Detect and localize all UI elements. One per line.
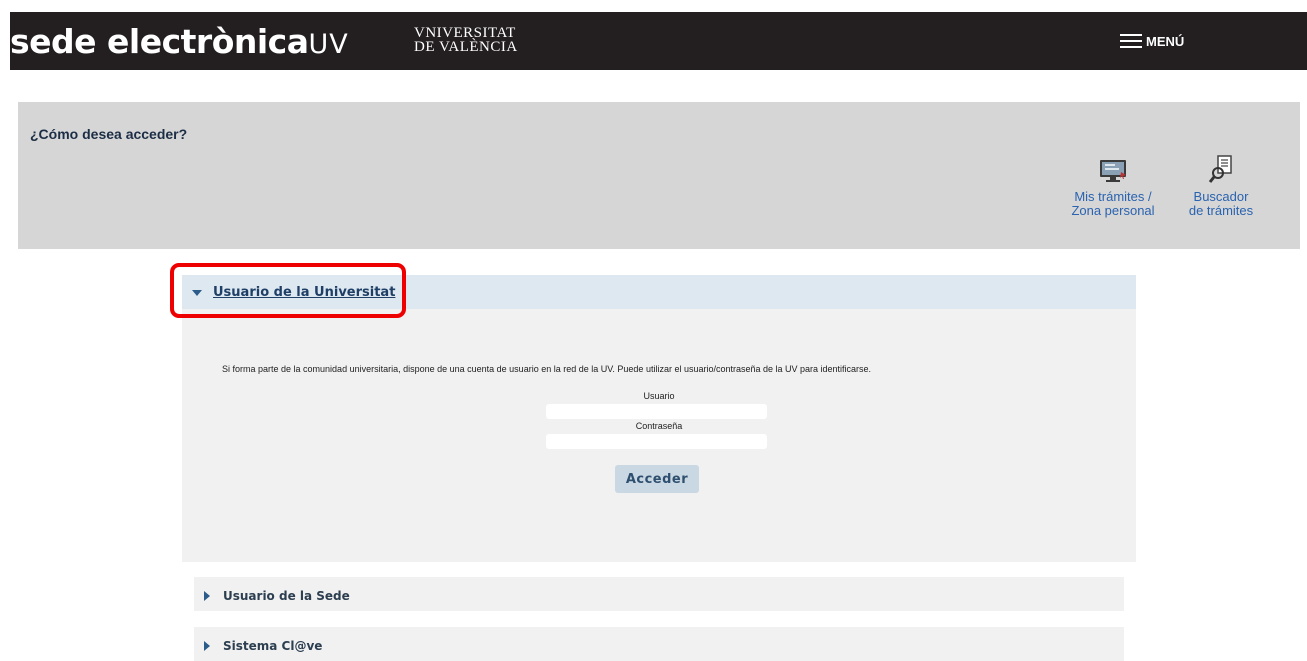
accordion-sede[interactable]: Usuario de la Sede: [194, 577, 1124, 611]
logo-main-text: sede electrònica: [10, 21, 309, 61]
buscador-line1: Buscador: [1193, 189, 1249, 204]
computer-screen-icon: [1058, 154, 1168, 184]
university-logo[interactable]: VNIVERSITAT DE VALÈNCIA: [414, 25, 518, 55]
caret-right-icon: [204, 591, 210, 601]
accordion-clave-label[interactable]: Sistema Cl@ve: [223, 639, 322, 653]
buscador-line2: de trámites: [1188, 203, 1254, 218]
contrasena-label: Contraseña: [635, 421, 683, 431]
university-name-line1: VNIVERSITAT: [414, 25, 516, 41]
buscador-tramites-link[interactable]: Buscador de trámites: [1166, 154, 1276, 218]
usuario-input[interactable]: [546, 404, 767, 419]
caret-down-icon: [192, 289, 202, 296]
accordion-universitat-header[interactable]: Usuario de la Universitat: [182, 275, 1136, 309]
mis-tramites-line2: Zona personal: [1071, 203, 1155, 218]
document-search-icon: [1166, 154, 1276, 184]
university-name-line2: DE VALÈNCIA: [414, 39, 518, 55]
caret-right-icon: [204, 641, 210, 651]
site-header: sede electrònicaUV VNIVERSITAT DE VALÈNC…: [10, 12, 1307, 70]
access-panel: ¿Cómo desea acceder? Mis trámites / Zona…: [18, 102, 1300, 249]
page-title: ¿Cómo desea acceder?: [30, 126, 188, 142]
menu-label: MENÚ: [1146, 33, 1185, 49]
accordion-sede-label[interactable]: Usuario de la Sede: [223, 589, 350, 603]
hamburger-icon: [1120, 33, 1142, 49]
mis-tramites-line1: Mis trámites /: [1074, 189, 1152, 204]
menu-button[interactable]: MENÚ: [1120, 28, 1184, 54]
accordion-universitat-label[interactable]: Usuario de la Universitat: [213, 285, 395, 300]
logo-suffix-text: UV: [308, 28, 349, 60]
accordion-universitat: Usuario de la Universitat Si forma parte…: [182, 275, 1136, 562]
sede-logo[interactable]: sede electrònicaUV: [10, 12, 349, 70]
accordion-clave[interactable]: Sistema Cl@ve: [194, 627, 1124, 661]
contrasena-input[interactable]: [546, 434, 767, 449]
usuario-label: Usuario: [643, 391, 675, 401]
universitat-description: Si forma parte de la comunidad universit…: [222, 364, 872, 374]
acceder-button[interactable]: Acceder: [615, 465, 699, 493]
mis-tramites-link[interactable]: Mis trámites / Zona personal: [1058, 154, 1168, 218]
